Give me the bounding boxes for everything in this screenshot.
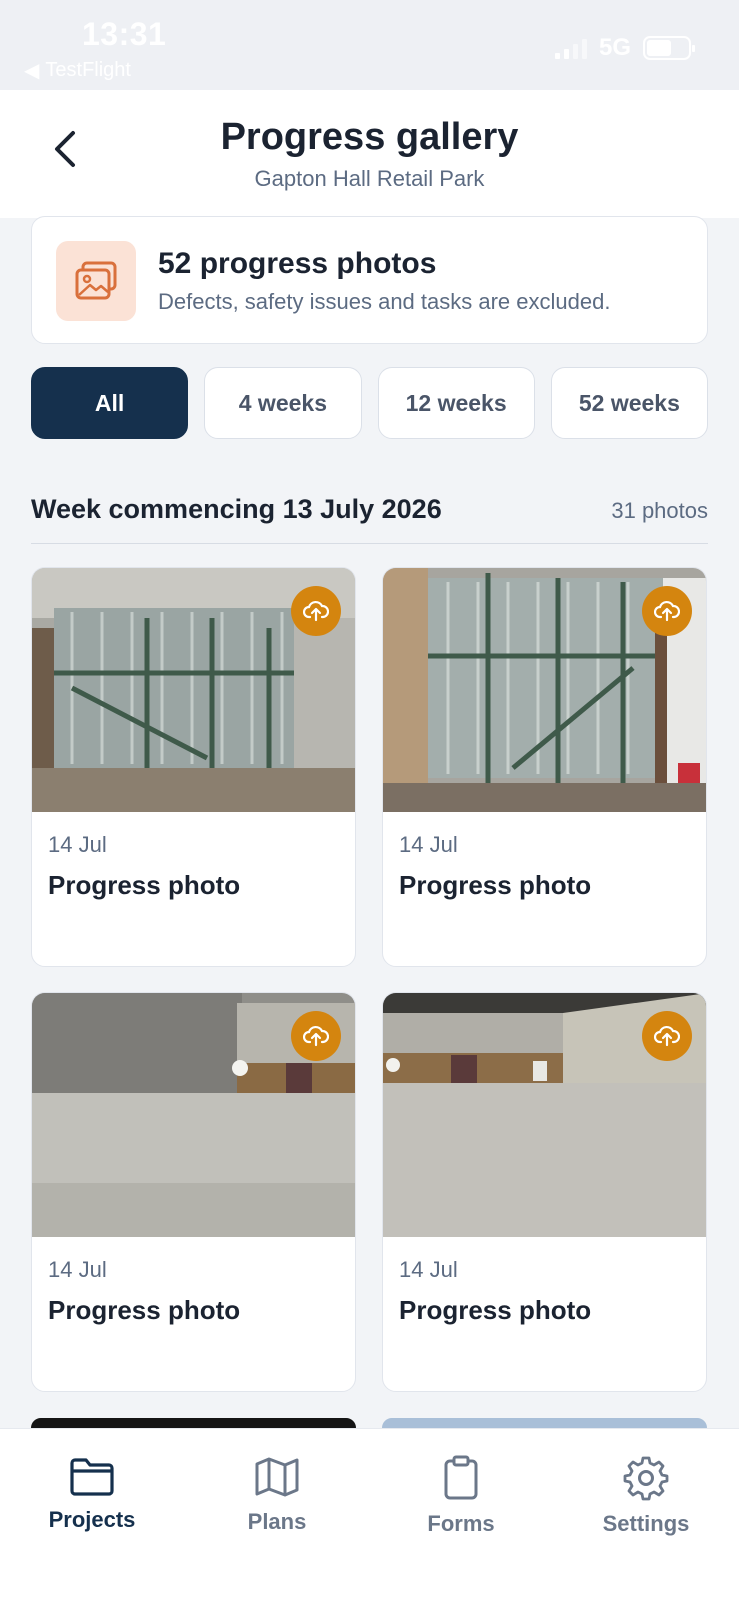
status-time: 13:31 (82, 16, 167, 52)
tab-projects[interactable]: Projects (17, 1455, 167, 1555)
image-gallery-icon (56, 241, 136, 321)
photo-title: Progress photo (48, 1295, 241, 1325)
tab-settings[interactable]: Settings (571, 1455, 721, 1555)
summary-title: 52 progress photos (158, 247, 437, 280)
tab-plans[interactable]: Plans (202, 1455, 352, 1555)
tab-forms[interactable]: Forms (386, 1455, 536, 1555)
cloud-upload-icon[interactable] (291, 586, 341, 636)
filter-52-weeks[interactable]: 52 weeks (550, 367, 708, 439)
time-filter-group: All 4 weeks 12 weeks 52 weeks (31, 367, 708, 439)
filter-4-weeks[interactable]: 4 weeks (204, 367, 362, 439)
status-bar: 13:31 ◀ TestFlight 5G (0, 0, 739, 90)
page-header: Progress gallery Gapton Hall Retail Park (0, 90, 739, 218)
filter-all[interactable]: All (31, 367, 189, 439)
photo-title: Progress photo (399, 1295, 592, 1325)
photo-date: 14 Jul (48, 832, 107, 857)
filter-12-weeks[interactable]: 12 weeks (377, 367, 535, 439)
tab-label: Settings (602, 1511, 690, 1536)
cloud-upload-icon[interactable] (642, 586, 692, 636)
photo-thumbnail (383, 993, 706, 1237)
summary-card: 52 progress photos Defects, safety issue… (31, 216, 708, 344)
status-indicators: 5G (554, 34, 695, 62)
battery-icon (643, 36, 695, 60)
tab-label: Plans (247, 1509, 307, 1534)
photo-title: Progress photo (48, 870, 241, 900)
map-icon (255, 1457, 299, 1497)
tab-label: Forms (427, 1511, 495, 1536)
project-name: Gapton Hall Retail Park (254, 166, 485, 191)
photo-card[interactable]: 14 Jul Progress photo (382, 567, 707, 967)
gear-icon (623, 1456, 669, 1501)
summary-subtitle: Defects, safety issues and tasks are exc… (158, 289, 611, 314)
photo-title: Progress photo (399, 870, 592, 900)
back-to-app-link[interactable]: ◀ TestFlight (24, 58, 131, 83)
network-label: 5G (598, 34, 631, 61)
photo-thumbnail (32, 993, 355, 1237)
photo-thumbnail (32, 568, 355, 812)
photo-date: 14 Jul (399, 832, 458, 857)
signal-icon (554, 37, 587, 59)
photo-date: 14 Jul (48, 1257, 107, 1282)
week-section-header: Week commencing 13 July 2026 31 photos (31, 488, 708, 544)
cloud-upload-icon[interactable] (291, 1011, 341, 1061)
photo-card[interactable]: 14 Jul Progress photo (31, 992, 356, 1392)
bottom-tab-bar: Projects Plans Forms Settings (0, 1428, 739, 1600)
week-title: Week commencing 13 July 2026 (31, 494, 442, 524)
clipboard-icon (444, 1455, 478, 1500)
folder-icon (70, 1458, 114, 1496)
back-triangle-icon: ◀ (24, 60, 40, 82)
page-title: Progress gallery (220, 116, 519, 158)
photo-thumbnail (383, 568, 706, 812)
week-photo-count: 31 photos (611, 498, 708, 523)
photo-card[interactable]: 14 Jul Progress photo (382, 992, 707, 1392)
photo-date: 14 Jul (399, 1257, 458, 1282)
photo-card[interactable]: 14 Jul Progress photo (31, 567, 356, 967)
back-app-label: TestFlight (45, 59, 131, 81)
cloud-upload-icon[interactable] (642, 1011, 692, 1061)
tab-label: Projects (48, 1507, 136, 1532)
